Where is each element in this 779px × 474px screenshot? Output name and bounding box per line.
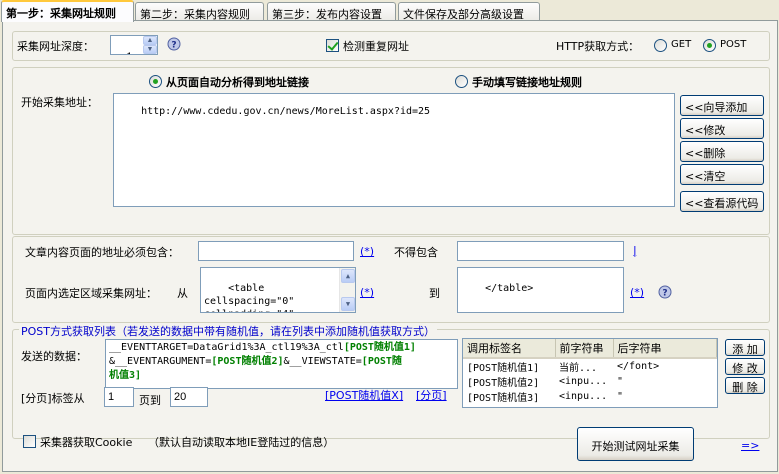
page-from-input[interactable]: 1 — [104, 387, 134, 407]
help-icon[interactable]: ? — [658, 285, 673, 299]
get-radio[interactable] — [654, 39, 667, 52]
not-contain-separator-link[interactable]: | — [633, 244, 637, 257]
table-row[interactable]: [POST随机值1] 当前... </font> — [463, 358, 717, 374]
region-end-star-link[interactable]: (*) — [630, 286, 644, 299]
table-header-row: 调用标签名 前字符串 后字符串 — [463, 339, 717, 359]
get-label: GET — [671, 39, 692, 50]
table-cell: [POST随机值1] — [467, 363, 540, 374]
page-tag-link[interactable]: [分页] — [416, 387, 447, 403]
send-data-textarea[interactable]: __EVENTTARGET=DataGrid1%3A_ctl19%3A_ctl[… — [105, 339, 458, 389]
page-to-input[interactable]: 20 — [170, 387, 208, 407]
must-contain-input[interactable] — [198, 241, 354, 261]
post-group-legend: POST方式获取列表（若发送的数据中带有随机值，请在列表中添加随机值获取方式） — [19, 323, 437, 339]
table-cell: <inpu... — [559, 391, 608, 402]
column-header-tag-name[interactable]: 调用标签名 — [463, 339, 556, 359]
page-tag-label: [分页]标签从 — [21, 392, 85, 405]
edit-random-button[interactable]: 修 改 — [725, 358, 765, 375]
random-values-table[interactable]: 调用标签名 前字符串 后字符串 [POST随机值1] 当前... </font>… — [462, 338, 718, 408]
wizard-add-button[interactable]: <<向导添加 — [680, 95, 764, 116]
table-cell: [POST随机值3] — [467, 393, 540, 404]
region-start-textarea[interactable]: <table cellspacing="0" cellpadding="4" ▲… — [200, 267, 356, 313]
page-to-label: 页到 — [139, 394, 161, 407]
spin-up-icon[interactable]: ▲ — [143, 36, 157, 45]
region-start-value: <table cellspacing="0" cellpadding="4" — [204, 283, 295, 312]
cookie-checkbox[interactable] — [23, 435, 36, 448]
region-label: 页面内选定区域采集网址： — [25, 287, 157, 300]
not-contain-label: 不得包含 — [394, 246, 438, 259]
check-dup-checkbox[interactable] — [326, 39, 339, 52]
tab-file-advanced[interactable]: 文件保存及部分高级设置 — [398, 2, 540, 21]
http-method-label: HTTP获取方式： — [556, 40, 640, 53]
table-cell: [POST随机值2] — [467, 378, 540, 389]
svg-text:?: ? — [171, 41, 176, 51]
spin-down-icon[interactable]: ▼ — [143, 45, 157, 54]
scroll-up-icon[interactable]: ▲ — [341, 269, 355, 283]
auto-analyze-label: 从页面自动分析得到地址链接 — [166, 76, 309, 89]
region-end-value: </table> — [485, 283, 534, 294]
cookie-label: 采集器获取Cookie — [40, 436, 133, 449]
column-header-prefix[interactable]: 前字符串 — [555, 339, 614, 359]
tab-bar: 第一步：采集网址规则 第二步：采集内容规则 第三步：发布内容设置 文件保存及部分… — [0, 0, 779, 22]
depth-value: 1 — [126, 51, 132, 54]
post-label: POST — [720, 39, 747, 50]
scroll-down-icon[interactable]: ▼ — [341, 297, 355, 311]
table-cell: " — [617, 391, 624, 402]
table-cell: <inpu... — [559, 376, 608, 387]
table-cell: " — [617, 376, 624, 387]
send-data-line2: &__EVENTARGUMENT=[POST随机值2]&__VIEWSTATE=… — [109, 356, 402, 367]
region-start-scrollbar[interactable]: ▲ ▼ — [339, 268, 355, 312]
not-contain-input[interactable] — [457, 241, 624, 261]
start-url-value: http://www.cdedu.gov.cn/news/MoreList.as… — [141, 106, 431, 117]
view-source-button[interactable]: <<查看源代码 — [680, 191, 764, 212]
table-cell: </font> — [617, 361, 660, 372]
delete-random-button[interactable]: 删 除 — [725, 377, 765, 394]
table-cell: 当前... — [559, 363, 598, 374]
manual-rule-radio[interactable] — [455, 75, 468, 88]
check-dup-label: 检测重复网址 — [343, 40, 409, 53]
column-header-suffix[interactable]: 后字符串 — [613, 339, 717, 359]
depth-label: 采集网址深度： — [17, 40, 94, 53]
help-icon[interactable]: ? — [167, 37, 182, 51]
must-contain-star-link[interactable]: (*) — [360, 245, 374, 258]
random-value-link[interactable]: [POST随机值X] — [325, 387, 403, 403]
post-radio[interactable] — [703, 39, 716, 52]
from-label: 从 — [177, 287, 188, 300]
edit-button[interactable]: <<修改 — [680, 118, 764, 139]
svg-text:?: ? — [662, 289, 667, 299]
start-test-button[interactable]: 开始测试网址采集 — [577, 427, 694, 461]
send-data-line1: __EVENTTARGET=DataGrid1%3A_ctl19%3A_ctl[… — [109, 342, 416, 353]
tab-publish-settings[interactable]: 第三步：发布内容设置 — [267, 2, 396, 21]
add-random-button[interactable]: 添 加 — [725, 339, 765, 356]
cookie-note: （默认自动读取本地IE登陆过的信息） — [148, 436, 335, 449]
table-row[interactable]: [POST随机值3] <inpu... " — [463, 389, 717, 404]
tab-page: 采集网址深度： 1 ▲ ▼ ? 检测重复网址 HTTP获取方式： GET POS… — [2, 20, 778, 472]
delete-button[interactable]: <<删除 — [680, 141, 764, 162]
start-url-textarea[interactable]: http://www.cdedu.gov.cn/news/MoreList.as… — [113, 93, 675, 207]
clear-button[interactable]: <<清空 — [680, 164, 764, 185]
depth-spinner-buttons[interactable]: ▲ ▼ — [143, 36, 157, 54]
must-contain-label: 文章内容页面的地址必须包含： — [25, 246, 179, 259]
depth-spinner[interactable]: 1 ▲ ▼ — [110, 35, 158, 55]
send-data-label: 发送的数据： — [21, 350, 87, 363]
send-data-line3: 机值3] — [109, 370, 142, 381]
manual-rule-label: 手动填写链接地址规则 — [472, 76, 582, 89]
region-start-star-link[interactable]: (*) — [360, 286, 374, 299]
table-row[interactable]: [POST随机值2] <inpu... " — [463, 374, 717, 389]
next-step-link[interactable]: => — [741, 439, 759, 452]
to-label: 到 — [429, 287, 440, 300]
tab-url-rules[interactable]: 第一步：采集网址规则 — [1, 0, 134, 22]
auto-analyze-radio[interactable] — [149, 75, 162, 88]
tab-content-rules[interactable]: 第二步：采集内容规则 — [135, 2, 264, 21]
region-end-textarea[interactable]: </table> — [457, 267, 624, 313]
start-url-label: 开始采集地址： — [21, 96, 98, 109]
